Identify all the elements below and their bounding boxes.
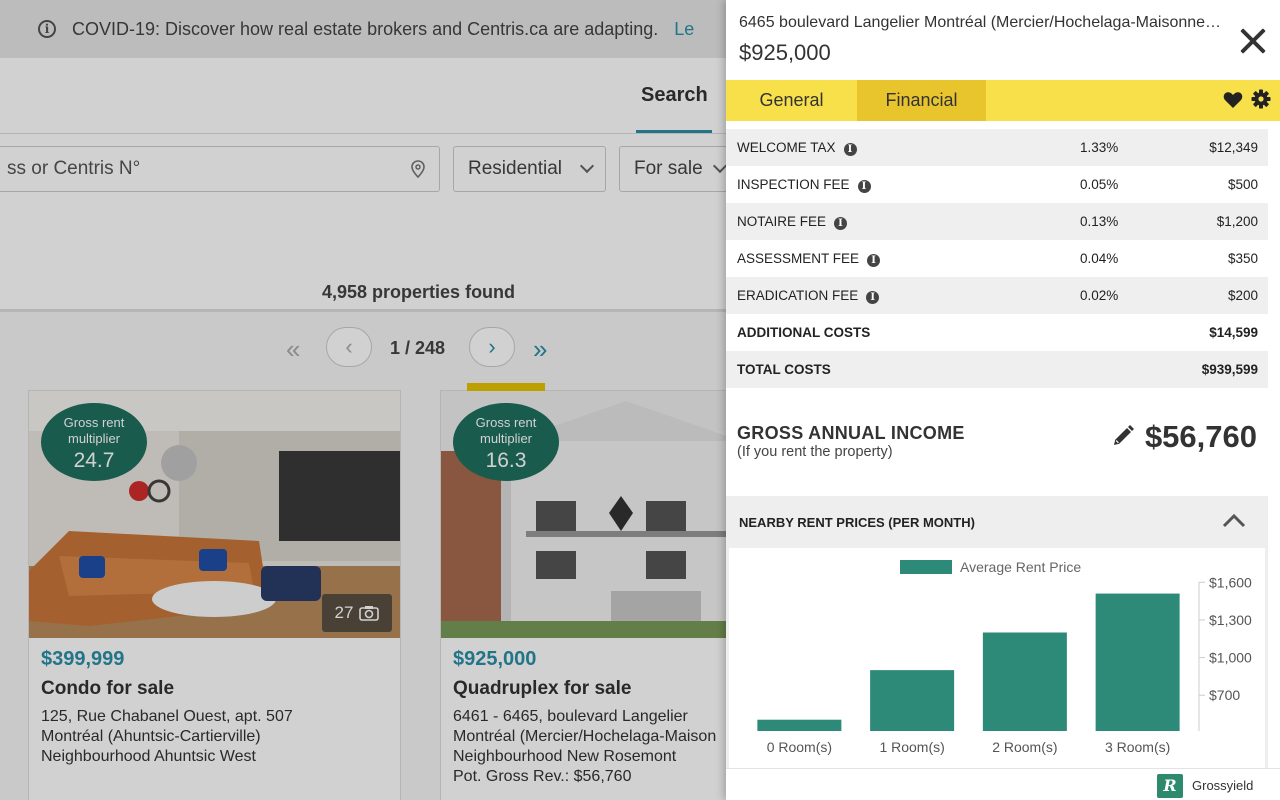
- legend-label: Average Rent Price: [960, 559, 1081, 575]
- rent-bar-chart: Average Rent Price 0 Room(s) 1 Room(s) 2 Ro…: [757, 559, 1252, 755]
- tab-financial[interactable]: Financial: [857, 80, 986, 121]
- x-tick-label: 1 Room(s): [879, 739, 944, 755]
- gross-income-title: GROSS ANNUAL INCOME: [737, 423, 965, 443]
- info-icon[interactable]: i: [834, 217, 848, 230]
- grossyield-brand: Grossyield: [1192, 778, 1254, 793]
- rent-chart: Average Rent Price 0 Room(s) 1 Room(s) 2 Ro…: [729, 548, 1265, 768]
- gear-icon[interactable]: [1251, 89, 1271, 109]
- costs-table: WELCOME TAX i 1.33% $12,349 INSPECTION FE…: [726, 129, 1268, 388]
- gross-income-section: GROSS ANNUAL INCOME (If you rent the pro…: [726, 388, 1280, 496]
- total-costs-amount: $939,599: [1201, 362, 1258, 377]
- tab-general[interactable]: General: [726, 80, 857, 121]
- table-row: NOTAIRE FEE i 0.13% $1,200: [726, 203, 1268, 240]
- gross-income-value: $56,760: [1144, 419, 1257, 454]
- total-costs-row: TOTAL COSTS $939,599: [726, 351, 1268, 388]
- chart-bar: [870, 670, 955, 731]
- cost-amount: $1,200: [1216, 214, 1258, 229]
- cost-label: ASSESSMENT FEE i: [737, 251, 881, 267]
- table-row: WELCOME TAX i 1.33% $12,349: [726, 129, 1268, 166]
- panel-property-address: 6465 boulevard Langelier Montréal (Merci…: [739, 14, 1229, 31]
- cost-label: ERADICATION FEE i: [737, 288, 880, 304]
- legend-swatch: [900, 560, 952, 574]
- grossyield-logo: R: [1157, 774, 1183, 798]
- heart-icon[interactable]: [1223, 91, 1243, 109]
- table-row: ASSESSMENT FEE i 0.04% $350: [726, 240, 1268, 277]
- cost-percent: 0.04%: [1080, 251, 1119, 266]
- financial-side-panel: 6465 boulevard Langelier Montréal (Merci…: [726, 0, 1280, 800]
- cost-amount: $350: [1227, 251, 1258, 266]
- y-tick-label: $1,000: [1209, 650, 1252, 666]
- chevron-up-icon[interactable]: [1222, 508, 1246, 532]
- cost-percent: 0.05%: [1080, 177, 1119, 192]
- y-tick-label: $1,300: [1209, 612, 1252, 628]
- info-icon[interactable]: i: [843, 143, 857, 156]
- info-icon[interactable]: i: [857, 180, 871, 193]
- cost-amount: $12,349: [1209, 140, 1258, 155]
- cost-amount: $500: [1227, 177, 1258, 192]
- additional-costs-amount: $14,599: [1209, 325, 1258, 340]
- cost-amount: $200: [1227, 288, 1258, 303]
- panel-footer: R Grossyield: [726, 768, 1280, 800]
- panel-property-price: $925,000: [739, 40, 831, 65]
- x-tick-label: 3 Room(s): [1105, 739, 1170, 755]
- close-icon[interactable]: [1239, 26, 1269, 56]
- x-tick-label: 2 Room(s): [992, 739, 1057, 755]
- additional-costs-label: ADDITIONAL COSTS: [737, 325, 871, 340]
- info-icon[interactable]: i: [866, 291, 880, 304]
- total-costs-label: TOTAL COSTS: [737, 362, 831, 377]
- cost-label: NOTAIRE FEE i: [737, 214, 848, 230]
- nearby-rent-section: NEARBY RENT PRICES (PER MONTH) Average R…: [726, 496, 1268, 768]
- cost-label: INSPECTION FEE i: [737, 177, 871, 193]
- y-tick-label: $1,600: [1209, 574, 1252, 590]
- cost-percent: 0.02%: [1080, 288, 1119, 303]
- info-icon[interactable]: i: [867, 254, 881, 267]
- y-tick-label: $700: [1209, 687, 1240, 703]
- cost-percent: 1.33%: [1080, 140, 1119, 155]
- table-row: INSPECTION FEE i 0.05% $500: [726, 166, 1268, 203]
- gross-income-subtitle: (If you rent the property): [737, 444, 893, 460]
- chart-bar: [1095, 593, 1180, 731]
- x-tick-label: 0 Room(s): [767, 739, 832, 755]
- table-row: ERADICATION FEE i 0.02% $200: [726, 277, 1268, 314]
- cost-percent: 0.13%: [1080, 214, 1119, 229]
- panel-tabbar: General Financial: [726, 80, 1280, 121]
- pencil-icon[interactable]: [1111, 424, 1135, 448]
- cost-label: WELCOME TAX i: [737, 140, 857, 156]
- chart-bar: [982, 632, 1067, 731]
- nearby-rent-header: NEARBY RENT PRICES (PER MONTH): [739, 515, 975, 530]
- chart-bar: [757, 719, 842, 731]
- additional-costs-row: ADDITIONAL COSTS $14,599: [726, 314, 1268, 351]
